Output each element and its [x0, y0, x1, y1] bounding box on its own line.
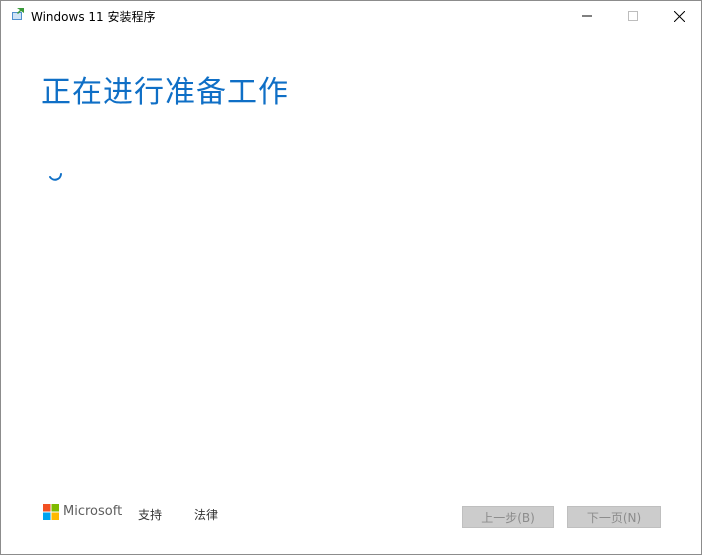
legal-link[interactable]: 法律 [194, 506, 218, 523]
back-button[interactable]: 上一步(B) [462, 506, 554, 528]
close-icon [673, 10, 685, 22]
next-button[interactable]: 下一页(N) [567, 506, 661, 528]
loading-spinner-icon [49, 173, 62, 181]
support-link[interactable]: 支持 [138, 506, 162, 523]
microsoft-logo-icon [43, 504, 59, 520]
window-title: Windows 11 安装程序 [31, 10, 156, 24]
microsoft-brand-label: Microsoft [63, 504, 123, 519]
minimize-button[interactable] [564, 1, 610, 31]
setup-window: Windows 11 安装程序 正在进行准备工作 Microsoft 支持 法律… [0, 0, 702, 555]
page-heading: 正在进行准备工作 [41, 75, 289, 110]
minimize-icon [582, 15, 592, 17]
title-bar[interactable]: Windows 11 安装程序 [1, 1, 701, 31]
close-button[interactable] [656, 1, 701, 31]
maximize-icon [628, 11, 638, 21]
maximize-button[interactable] [610, 1, 656, 31]
setup-app-icon [12, 8, 24, 20]
